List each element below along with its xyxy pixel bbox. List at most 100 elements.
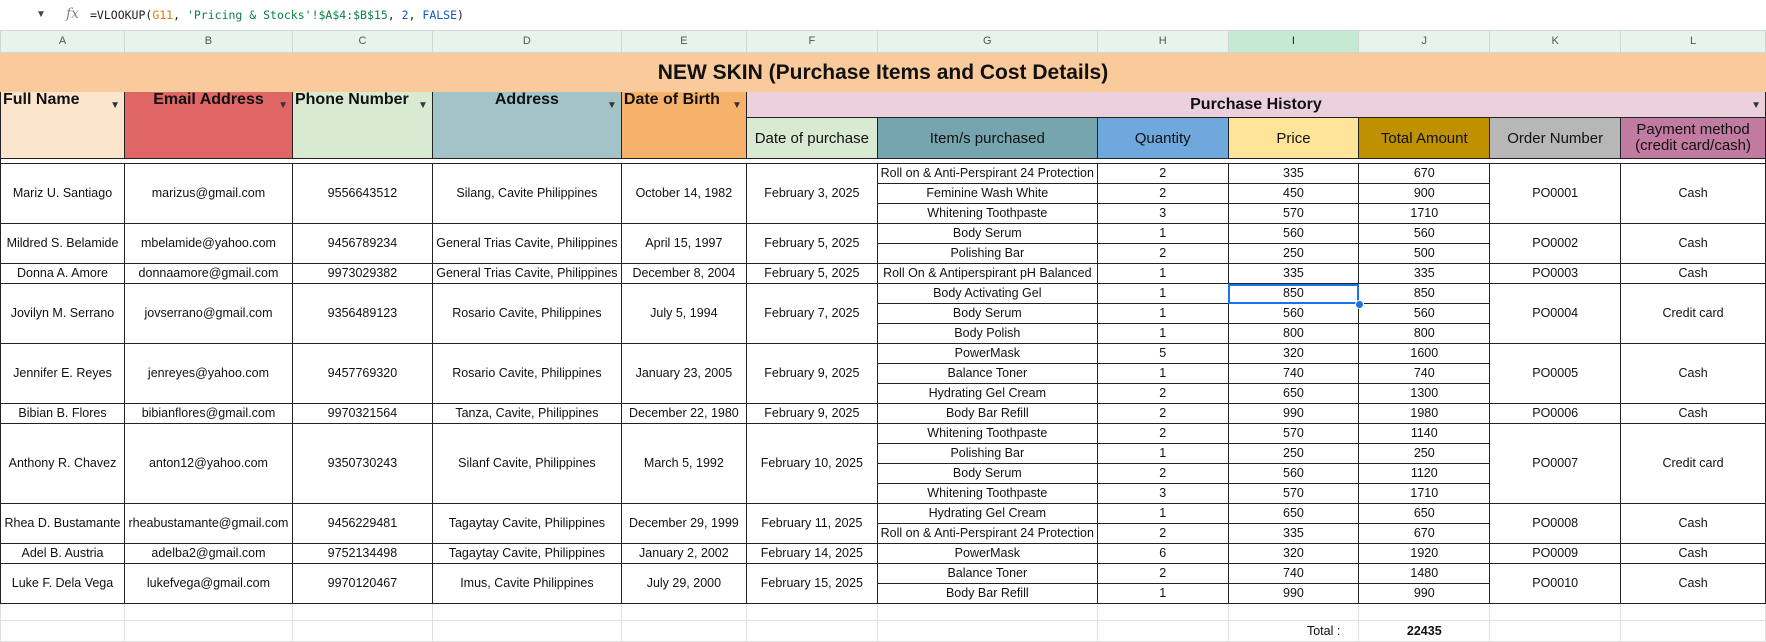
column-header[interactable]: K [1489, 30, 1622, 53]
cell-price[interactable]: 320 [1227, 343, 1360, 364]
filter-icon[interactable]: ▼ [278, 98, 288, 113]
cell-item[interactable]: Hydrating Gel Cream [876, 383, 1098, 404]
header-quantity[interactable]: Quantity [1096, 117, 1229, 159]
cell-total[interactable]: 560 [1358, 223, 1491, 244]
cell-item[interactable]: Whitening Toothpaste [876, 423, 1098, 444]
empty-cell[interactable] [1096, 603, 1229, 621]
cell-order-number[interactable]: PO0008 [1489, 503, 1622, 544]
cell-item[interactable]: Feminine Wash White [876, 183, 1098, 204]
empty-cell[interactable] [291, 620, 433, 642]
cell-full-name[interactable]: Luke F. Dela Vega [0, 563, 125, 604]
formula-text[interactable]: =VLOOKUP(G11, 'Pricing & Stocks'!$A$4:$B… [90, 8, 464, 22]
cell-phone[interactable]: 9970120467 [291, 563, 433, 604]
cell-total[interactable]: 740 [1358, 363, 1491, 384]
header-email[interactable]: Email Address ▼ [123, 91, 293, 159]
cell-total[interactable]: 1980 [1358, 403, 1491, 424]
header-items[interactable]: Item/s purchased [876, 117, 1098, 159]
cell-total[interactable]: 1920 [1358, 543, 1491, 564]
cell-address[interactable]: Silanf Cavite, Philippines [431, 423, 622, 504]
cell-quantity[interactable]: 1 [1096, 283, 1229, 304]
cell-quantity[interactable]: 1 [1096, 223, 1229, 244]
cell-total[interactable]: 1480 [1358, 563, 1491, 584]
cell-purchase-date[interactable]: February 5, 2025 [745, 223, 878, 264]
cell-email[interactable]: jenreyes@yahoo.com [123, 343, 293, 404]
cell-price[interactable]: 250 [1227, 443, 1360, 464]
cell-payment[interactable]: Cash [1620, 343, 1766, 404]
empty-cell[interactable] [745, 603, 878, 621]
cell-price[interactable]: 335 [1227, 523, 1360, 544]
header-full-name[interactable]: Full Name ▼ [0, 91, 125, 159]
cell-dob[interactable]: December 29, 1999 [620, 503, 747, 544]
cell-address[interactable]: Silang, Cavite Philippines [431, 163, 622, 224]
empty-cell[interactable] [1227, 603, 1360, 621]
cell-purchase-date[interactable]: February 14, 2025 [745, 543, 878, 564]
cell-item[interactable]: Roll on & Anti-Perspirant 24 Protection [876, 163, 1098, 184]
cell-price[interactable]: 560 [1227, 223, 1360, 244]
empty-cell[interactable] [291, 603, 433, 621]
empty-cell[interactable] [1358, 603, 1491, 621]
cell-total[interactable]: 500 [1358, 243, 1491, 264]
cell-phone[interactable]: 9973029382 [291, 263, 433, 284]
cell-dob[interactable]: October 14, 1982 [620, 163, 747, 224]
cell-item[interactable]: Balance Toner [876, 563, 1098, 584]
formula-bar[interactable]: ▼ fx =VLOOKUP(G11, 'Pricing & Stocks'!$A… [0, 0, 1766, 31]
cell-total[interactable]: 900 [1358, 183, 1491, 204]
cell-phone[interactable]: 9356489123 [291, 283, 433, 344]
cell-payment[interactable]: Cash [1620, 563, 1766, 604]
cell-dob[interactable]: January 23, 2005 [620, 343, 747, 404]
header-price[interactable]: Price [1227, 117, 1360, 159]
empty-cell[interactable] [620, 603, 747, 621]
empty-cell[interactable] [876, 603, 1098, 621]
cell-quantity[interactable]: 3 [1096, 203, 1229, 224]
column-header[interactable]: F [745, 30, 878, 53]
cell-dob[interactable]: July 5, 1994 [620, 283, 747, 344]
cell-item[interactable]: Body Bar Refill [876, 403, 1098, 424]
cell-price-selected[interactable]: 850 [1227, 283, 1360, 304]
cell-phone[interactable]: 9350730243 [291, 423, 433, 504]
total-value[interactable]: 22435 [1358, 620, 1491, 642]
cell-item[interactable]: Body Activating Gel [876, 283, 1098, 304]
cell-payment[interactable]: Cash [1620, 163, 1766, 224]
header-date-of-purchase[interactable]: Date of purchase [745, 117, 878, 159]
header-address[interactable]: Address ▼ [431, 91, 622, 159]
cell-email[interactable]: marizus@gmail.com [123, 163, 293, 224]
cell-item[interactable]: Whitening Toothpaste [876, 203, 1098, 224]
cell-total[interactable]: 1300 [1358, 383, 1491, 404]
cell-item[interactable]: Body Serum [876, 303, 1098, 324]
cell-item[interactable]: Whitening Toothpaste [876, 483, 1098, 504]
column-header[interactable]: B [123, 30, 293, 53]
empty-cell[interactable] [0, 620, 125, 642]
cell-price[interactable]: 570 [1227, 203, 1360, 224]
cell-item[interactable]: Roll on & Anti-Perspirant 24 Protection [876, 523, 1098, 544]
cell-full-name[interactable]: Bibian B. Flores [0, 403, 125, 424]
cell-address[interactable]: General Trias Cavite, Philippines [431, 223, 622, 264]
column-header[interactable]: H [1096, 30, 1229, 53]
cell-total[interactable]: 990 [1358, 583, 1491, 604]
cell-order-number[interactable]: PO0005 [1489, 343, 1622, 404]
cell-purchase-date[interactable]: February 9, 2025 [745, 403, 878, 424]
cell-purchase-date[interactable]: February 15, 2025 [745, 563, 878, 604]
cell-item[interactable]: Polishing Bar [876, 443, 1098, 464]
cell-total[interactable]: 1600 [1358, 343, 1491, 364]
cell-price[interactable]: 800 [1227, 323, 1360, 344]
cell-price[interactable]: 740 [1227, 363, 1360, 384]
cell-order-number[interactable]: PO0003 [1489, 263, 1622, 284]
cell-quantity[interactable]: 1 [1096, 263, 1229, 284]
cell-item[interactable]: Body Serum [876, 223, 1098, 244]
cell-price[interactable]: 560 [1227, 463, 1360, 484]
cell-address[interactable]: General Trias Cavite, Philippines [431, 263, 622, 284]
cell-full-name[interactable]: Anthony R. Chavez [0, 423, 125, 504]
cell-phone[interactable]: 9456789234 [291, 223, 433, 264]
cell-price[interactable]: 650 [1227, 503, 1360, 524]
cell-quantity[interactable]: 5 [1096, 343, 1229, 364]
cell-total[interactable]: 800 [1358, 323, 1491, 344]
cell-quantity[interactable]: 2 [1096, 403, 1229, 424]
cell-purchase-date[interactable]: February 5, 2025 [745, 263, 878, 284]
column-header[interactable]: E [620, 30, 747, 53]
cell-item[interactable]: Roll On & Antiperspirant pH Balanced [876, 263, 1098, 284]
cell-purchase-date[interactable]: February 10, 2025 [745, 423, 878, 504]
empty-cell[interactable] [1489, 620, 1622, 642]
cell-dob[interactable]: April 15, 1997 [620, 223, 747, 264]
cell-quantity[interactable]: 1 [1096, 303, 1229, 324]
cell-address[interactable]: Rosario Cavite, Philippines [431, 343, 622, 404]
